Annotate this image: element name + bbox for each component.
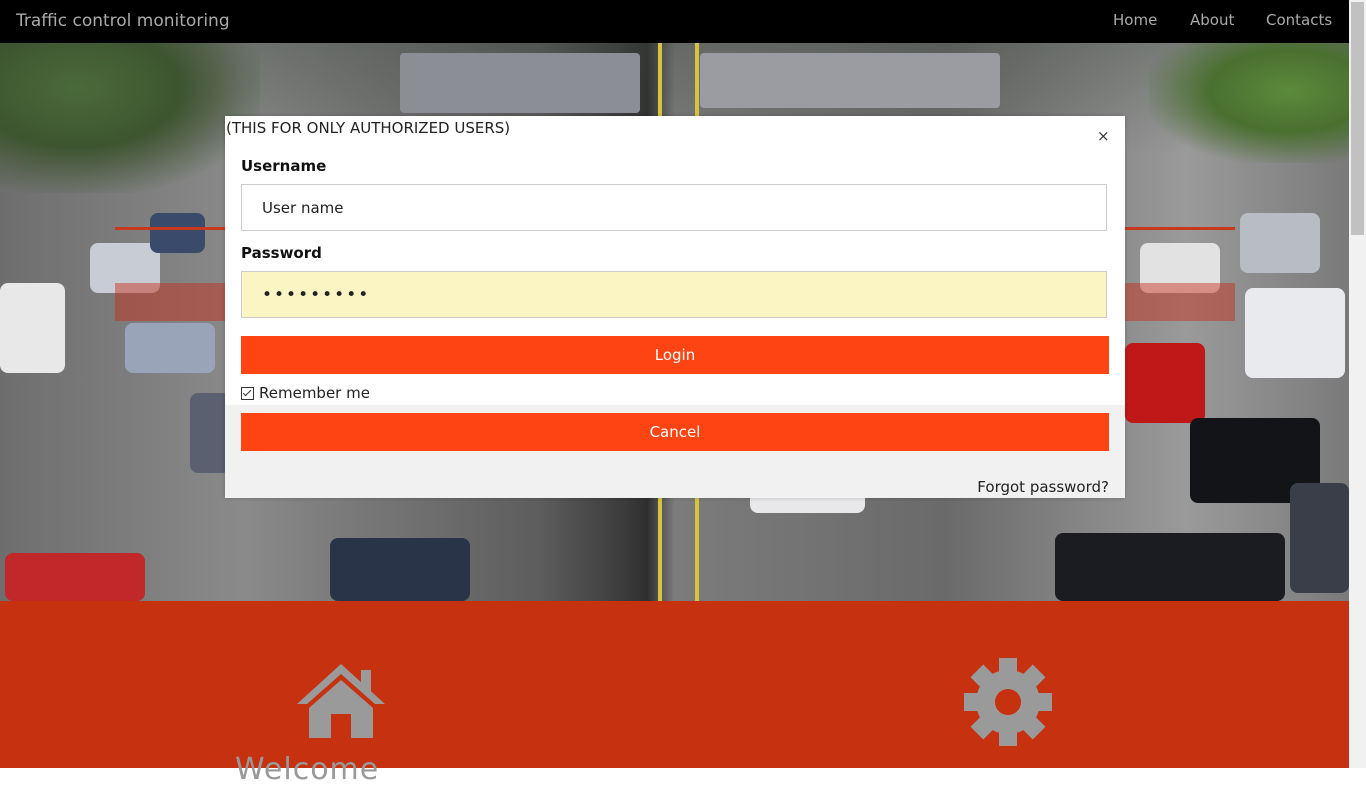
- remember-me[interactable]: Remember me: [241, 384, 370, 402]
- page-scrollbar[interactable]: [1349, 0, 1366, 768]
- hero-car: [330, 538, 470, 601]
- hero-trees-left: [0, 43, 260, 193]
- hero-car: [150, 213, 205, 253]
- hero-red-band: [115, 283, 225, 321]
- hero-car: [5, 553, 145, 601]
- hero-car: [190, 393, 230, 473]
- close-icon[interactable]: ×: [1097, 127, 1110, 145]
- hero-trees-right: [1149, 43, 1349, 163]
- hero-red-line: [115, 227, 225, 230]
- scrollbar-thumb[interactable]: [1351, 2, 1364, 235]
- hero-car: [1055, 533, 1285, 601]
- hero-car: [125, 323, 215, 373]
- remember-checkbox[interactable]: [241, 386, 254, 400]
- login-modal: (THIS FOR ONLY AUTHORIZED USERS) × Usern…: [225, 116, 1125, 498]
- hero-car: [1240, 213, 1320, 273]
- nav-about-link[interactable]: About: [1190, 11, 1234, 29]
- remember-label: Remember me: [259, 384, 370, 402]
- nav-contacts-link[interactable]: Contacts: [1266, 11, 1332, 29]
- services-heading: Welcome: [235, 752, 380, 787]
- hero-red-band: [1125, 283, 1235, 321]
- username-label: Username: [241, 157, 327, 175]
- modal-title: (THIS FOR ONLY AUTHORIZED USERS): [226, 119, 511, 137]
- hero-traffic-far: [400, 53, 640, 113]
- forgot-password-link[interactable]: Forgot password?: [977, 478, 1109, 496]
- hero-red-line: [1125, 227, 1235, 230]
- hero-traffic-far: [700, 53, 1000, 108]
- hero-car: [1245, 288, 1345, 378]
- nav-home-link[interactable]: Home: [1113, 11, 1157, 29]
- top-navbar: Traffic control monitoring Home About Co…: [0, 0, 1349, 43]
- home-icon: [297, 664, 385, 738]
- login-button[interactable]: Login: [241, 336, 1109, 374]
- cancel-button[interactable]: Cancel: [241, 413, 1109, 451]
- password-label: Password: [241, 244, 322, 262]
- services-section: [0, 601, 1349, 768]
- username-input[interactable]: [241, 184, 1107, 231]
- brand-title[interactable]: Traffic control monitoring: [16, 11, 230, 31]
- hero-car: [1290, 483, 1349, 593]
- password-input[interactable]: [241, 271, 1107, 318]
- hero-car: [1125, 343, 1205, 423]
- hero-car: [0, 283, 65, 373]
- gear-icon: [964, 658, 1052, 746]
